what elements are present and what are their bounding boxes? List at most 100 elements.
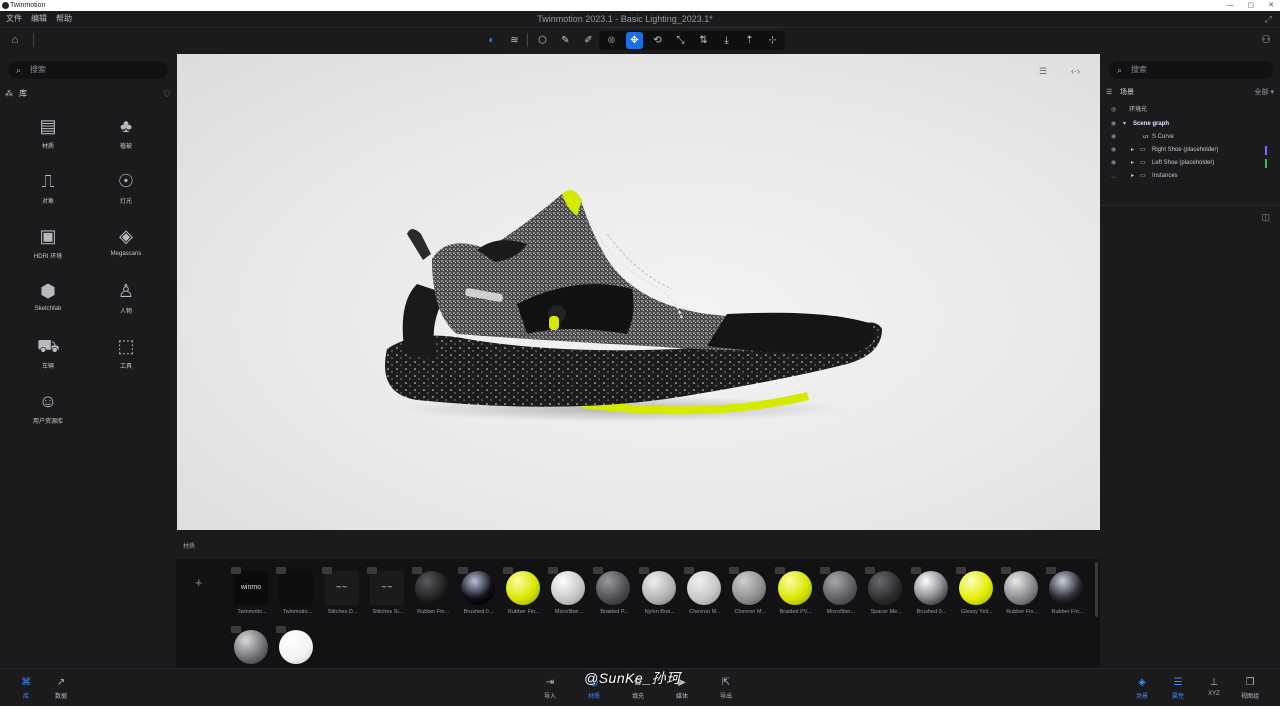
code-view-icon[interactable]: ‹·› — [1071, 66, 1080, 76]
minimize-icon[interactable]: — — [1227, 0, 1234, 11]
materials-scrollbar[interactable] — [1095, 562, 1098, 617]
visibility-eye-icon[interactable]: ◉ — [1111, 118, 1116, 131]
rotate-icon[interactable]: ⟲ — [649, 32, 666, 49]
user-icon[interactable]: ⚇ — [1261, 33, 1271, 46]
library-item-megascans[interactable]: ◈ Megascans — [96, 225, 156, 257]
nav-xyz[interactable]: ⊥ XYZ — [1197, 677, 1231, 697]
material-label: Stitches Si... — [372, 609, 404, 615]
nav-data[interactable]: ↗ 数据 — [44, 677, 78, 700]
close-icon[interactable]: ✕ — [1268, 0, 1274, 11]
render-mode-icon[interactable]: ◐ — [483, 32, 500, 49]
material-swatch[interactable]: Chevron M... — [684, 567, 726, 621]
materials-title: 材质 — [183, 544, 196, 550]
material-swatch[interactable]: Brushed 0... — [910, 567, 953, 621]
paint-icon[interactable]: ✎ — [557, 32, 574, 49]
material-tag-icon — [231, 626, 241, 633]
hidden-eye-icon[interactable]: ◡ — [1111, 170, 1116, 183]
material-label: Brushed 0... — [463, 609, 494, 615]
library-item-hdri[interactable]: ▣ HDRI 环境 — [18, 225, 78, 260]
move-icon[interactable]: ✥ — [626, 32, 643, 49]
tree-item-ambient-light[interactable]: ◍ 环境光 — [1101, 104, 1279, 117]
nav-label: 数据 — [54, 694, 67, 700]
nav-export[interactable]: ⇱ 导出 — [709, 677, 743, 700]
scene-search[interactable]: ⌕ 搜索 — [1109, 61, 1273, 79]
maximize-icon[interactable]: ▢ — [1248, 0, 1255, 11]
pivot-icon[interactable]: ⊹ — [764, 32, 781, 49]
material-swatch[interactable]: Braided P... — [593, 567, 635, 621]
tree-item-scene-graph[interactable]: ◉ ▾ Scene graph — [1101, 118, 1279, 131]
add-material-button[interactable]: + — [195, 575, 203, 590]
scene-search-input[interactable]: 搜索 — [1131, 65, 1147, 74]
library-item-objects[interactable]: ⎍ 对象 — [18, 170, 78, 205]
library-item-vehicles[interactable]: ⛟ 车辆 — [18, 335, 78, 370]
visibility-eye-icon[interactable]: ◉ — [1111, 144, 1116, 157]
layers-icon[interactable]: ≋ — [506, 32, 523, 49]
snap-icon[interactable]: ⇡ — [741, 32, 758, 49]
tree-item-instances[interactable]: ◡ ▸ ▭ Instances — [1101, 170, 1279, 183]
picker-icon[interactable]: ✐ — [580, 32, 597, 49]
library-item-label: 车辆 — [41, 364, 54, 370]
deselect-icon[interactable]: ⊗ — [603, 32, 620, 49]
material-swatch[interactable]: Chevron M... — [729, 567, 771, 621]
expand-arrow-icon[interactable]: ▸ — [1131, 170, 1134, 183]
material-swatch[interactable]: Brushed 0... — [457, 567, 500, 621]
expand-arrow-icon[interactable]: ▾ — [1123, 118, 1126, 131]
3d-viewport[interactable]: ☰ ‹·› — [177, 54, 1100, 530]
material-swatch[interactable]: Nylon Brai... — [638, 567, 681, 621]
expand-arrow-icon[interactable]: ▸ — [1131, 144, 1134, 157]
favorites-icon[interactable]: ♡ — [163, 87, 171, 101]
list-view-icon[interactable]: ☰ — [1039, 66, 1047, 77]
data-nav-icon: ↗ — [56, 677, 66, 688]
fullscreen-icon[interactable]: ⤢ — [1265, 11, 1272, 27]
scene-list-icon: ☰ — [1106, 89, 1113, 96]
library-search-input[interactable]: 搜索 — [30, 65, 46, 74]
shape-icon[interactable]: ⬡ — [534, 32, 551, 49]
material-swatch[interactable]: Rubber Fin... — [502, 567, 545, 621]
tree-item-right-shoe[interactable]: ◉ ▸ ▭ Right Shoe (placeholder) — [1101, 144, 1279, 157]
material-swatch[interactable]: Microfiber... — [548, 567, 590, 621]
library-search[interactable]: ⌕ 搜索 — [8, 61, 168, 79]
material-swatch[interactable]: Braided PV... — [774, 567, 817, 621]
material-swatch[interactable]: Rubber Fin... — [412, 567, 454, 621]
material-swatch[interactable]: Rubber Fin... — [1001, 567, 1043, 621]
library-item-people[interactable]: ♙ 人物 — [96, 280, 156, 315]
material-tag-icon — [729, 567, 740, 574]
nav-properties[interactable]: ☰ 属性 — [1161, 677, 1195, 700]
material-swatch[interactable]: Microfiber... — [819, 567, 862, 621]
nav-import[interactable]: ⇥ 导入 — [533, 677, 567, 700]
visibility-eye-icon[interactable]: ◉ — [1111, 157, 1116, 170]
library-item-materials[interactable]: ▤ 材质 — [18, 115, 78, 150]
library-item-sketchfab[interactable]: ⬢ Sketchfab — [18, 280, 78, 312]
panel-layout-icon[interactable]: ◫ — [1261, 212, 1270, 223]
nav-label: XYZ — [1208, 691, 1220, 697]
material-swatch[interactable]: ∼∼ Stitches Si... — [366, 567, 409, 621]
library-item-user-library[interactable]: ☺ 用户资源库 — [18, 390, 78, 425]
material-label: Rubber Fin... — [417, 609, 450, 615]
scene-filter-dropdown[interactable]: 全部 ▾ — [1255, 87, 1274, 99]
nav-library[interactable]: ⌘ 库 — [9, 677, 43, 700]
document-title: Twinmotion 2023.1 - Basic Lighting_2023.… — [537, 14, 713, 24]
nav-view-group[interactable]: ❐ 视图组 — [1233, 677, 1267, 700]
material-swatch[interactable]: Spacer Me... — [865, 567, 907, 621]
material-swatch[interactable]: Rubber Fin... — [1046, 567, 1088, 621]
nav-scene[interactable]: ◈ 场景 — [1125, 677, 1159, 700]
drop-icon[interactable]: ⤓ — [718, 32, 735, 49]
library-item-tools[interactable]: ⬚ 工具 — [96, 335, 156, 370]
material-swatch[interactable]: winmo Twinmotio... — [231, 567, 273, 621]
material-swatch[interactable]: Twinmotio... — [276, 567, 318, 621]
material-swatch[interactable]: Glossy Yell... — [955, 567, 998, 621]
align-icon[interactable]: ⇅ — [695, 32, 712, 49]
expand-arrow-icon[interactable]: ▸ — [1131, 157, 1134, 170]
library-item-label: 对象 — [41, 199, 54, 205]
library-item-vegetation[interactable]: ♣ 植被 — [96, 115, 156, 150]
visibility-eye-icon[interactable]: ◉ — [1111, 131, 1116, 144]
material-tag-icon — [502, 567, 513, 574]
tree-item-s-curve[interactable]: ◉ ᔕ S Curve — [1101, 131, 1279, 144]
material-tag-icon — [1001, 567, 1012, 574]
home-icon[interactable]: ⌂ — [8, 33, 22, 47]
library-item-lights[interactable]: ☉ 灯光 — [96, 170, 156, 205]
material-swatch[interactable]: ∼∼ Stitches D... — [321, 567, 364, 621]
library-icon: ⁂ — [5, 89, 13, 98]
scale-icon[interactable]: ⤡ — [672, 32, 689, 49]
tree-item-left-shoe[interactable]: ◉ ▸ ▭ Left Shoe (placeholder) — [1101, 157, 1279, 170]
